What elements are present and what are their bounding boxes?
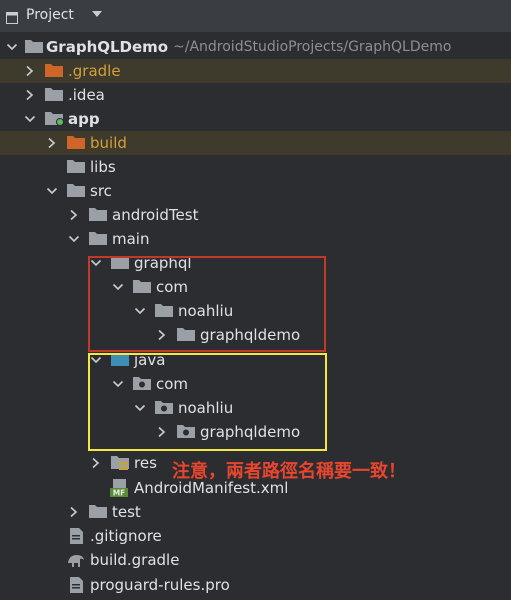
tree-item-gradle-dir[interactable]: .gradle <box>0 59 511 83</box>
project-view-selector[interactable]: Project <box>26 7 74 23</box>
tree-item-label: .gradle <box>68 62 121 80</box>
folder-icon <box>66 182 86 200</box>
chevron-right-icon[interactable] <box>24 83 36 107</box>
chevron-down-icon[interactable] <box>6 35 18 59</box>
tree-item-label: androidTest <box>112 206 199 224</box>
java-highlight-box <box>88 353 327 451</box>
tree-item-label: test <box>112 503 141 521</box>
folder-icon <box>66 158 86 176</box>
tree-item-libs[interactable]: libs <box>0 155 511 179</box>
tree-item-label: proguard-rules.pro <box>90 576 230 594</box>
chevron-down-icon[interactable] <box>92 11 102 17</box>
tree-item-gitignore[interactable]: .gitignore <box>0 524 511 548</box>
tree-item-app[interactable]: app <box>0 107 511 131</box>
text-file-icon <box>66 576 86 594</box>
chevron-down-icon[interactable] <box>68 227 80 251</box>
tree-item-label: main <box>112 230 150 248</box>
excluded-folder-icon <box>66 134 86 152</box>
chevron-right-icon[interactable] <box>68 500 80 524</box>
tree-item-build[interactable]: build <box>0 131 511 155</box>
excluded-folder-icon <box>44 62 64 80</box>
manifest-file-icon: MF <box>110 479 130 498</box>
tree-item-main[interactable]: main <box>0 227 511 251</box>
gradle-elephant-icon <box>66 551 86 569</box>
tree-item-build-gradle[interactable]: build.gradle <box>0 548 511 572</box>
tree-item-label: res <box>134 454 157 472</box>
tree-item-label: GraphQLDemo <box>46 38 169 56</box>
tree-item-idea-dir[interactable]: .idea <box>0 83 511 107</box>
tree-item-proguard[interactable]: proguard-rules.pro <box>0 573 511 597</box>
folder-icon <box>88 503 108 521</box>
tree-item-label: app <box>68 110 100 128</box>
tree-item-test[interactable]: test <box>0 500 511 524</box>
tree-item-label: .idea <box>68 86 105 104</box>
module-icon <box>44 110 64 128</box>
tree-item-label: libs <box>90 158 116 176</box>
chevron-right-icon[interactable] <box>90 451 102 475</box>
graphql-highlight-box <box>88 256 326 352</box>
manifest-badge: MF <box>113 489 126 498</box>
tree-item-label: build <box>90 134 127 152</box>
tree-item-androidtest[interactable]: androidTest <box>0 203 511 227</box>
module-folder-icon <box>24 38 44 56</box>
chevron-right-icon[interactable] <box>68 203 80 227</box>
text-file-icon <box>66 527 86 545</box>
resource-folder-icon <box>110 454 130 472</box>
chevron-down-icon[interactable] <box>46 179 58 203</box>
tree-item-label: src <box>90 182 112 200</box>
project-path: ~/AndroidStudioProjects/GraphQLDemo <box>173 39 452 55</box>
tree-item-src[interactable]: src <box>0 179 511 203</box>
chevron-right-icon[interactable] <box>24 59 36 83</box>
annotation-note: 注意，兩者路徑名稱要一致！ <box>172 461 406 482</box>
tree-item-root[interactable]: GraphQLDemo ~/AndroidStudioProjects/Grap… <box>0 35 511 59</box>
tree-item-label: build.gradle <box>90 551 180 569</box>
tree-item-label: .gitignore <box>90 527 162 545</box>
chevron-down-icon[interactable] <box>24 107 36 131</box>
folder-icon <box>88 230 108 248</box>
project-tool-window-header: Project <box>0 0 511 32</box>
folder-icon <box>88 206 108 224</box>
folder-icon <box>44 86 64 104</box>
project-view-icon <box>6 9 18 24</box>
chevron-right-icon[interactable] <box>46 131 58 155</box>
